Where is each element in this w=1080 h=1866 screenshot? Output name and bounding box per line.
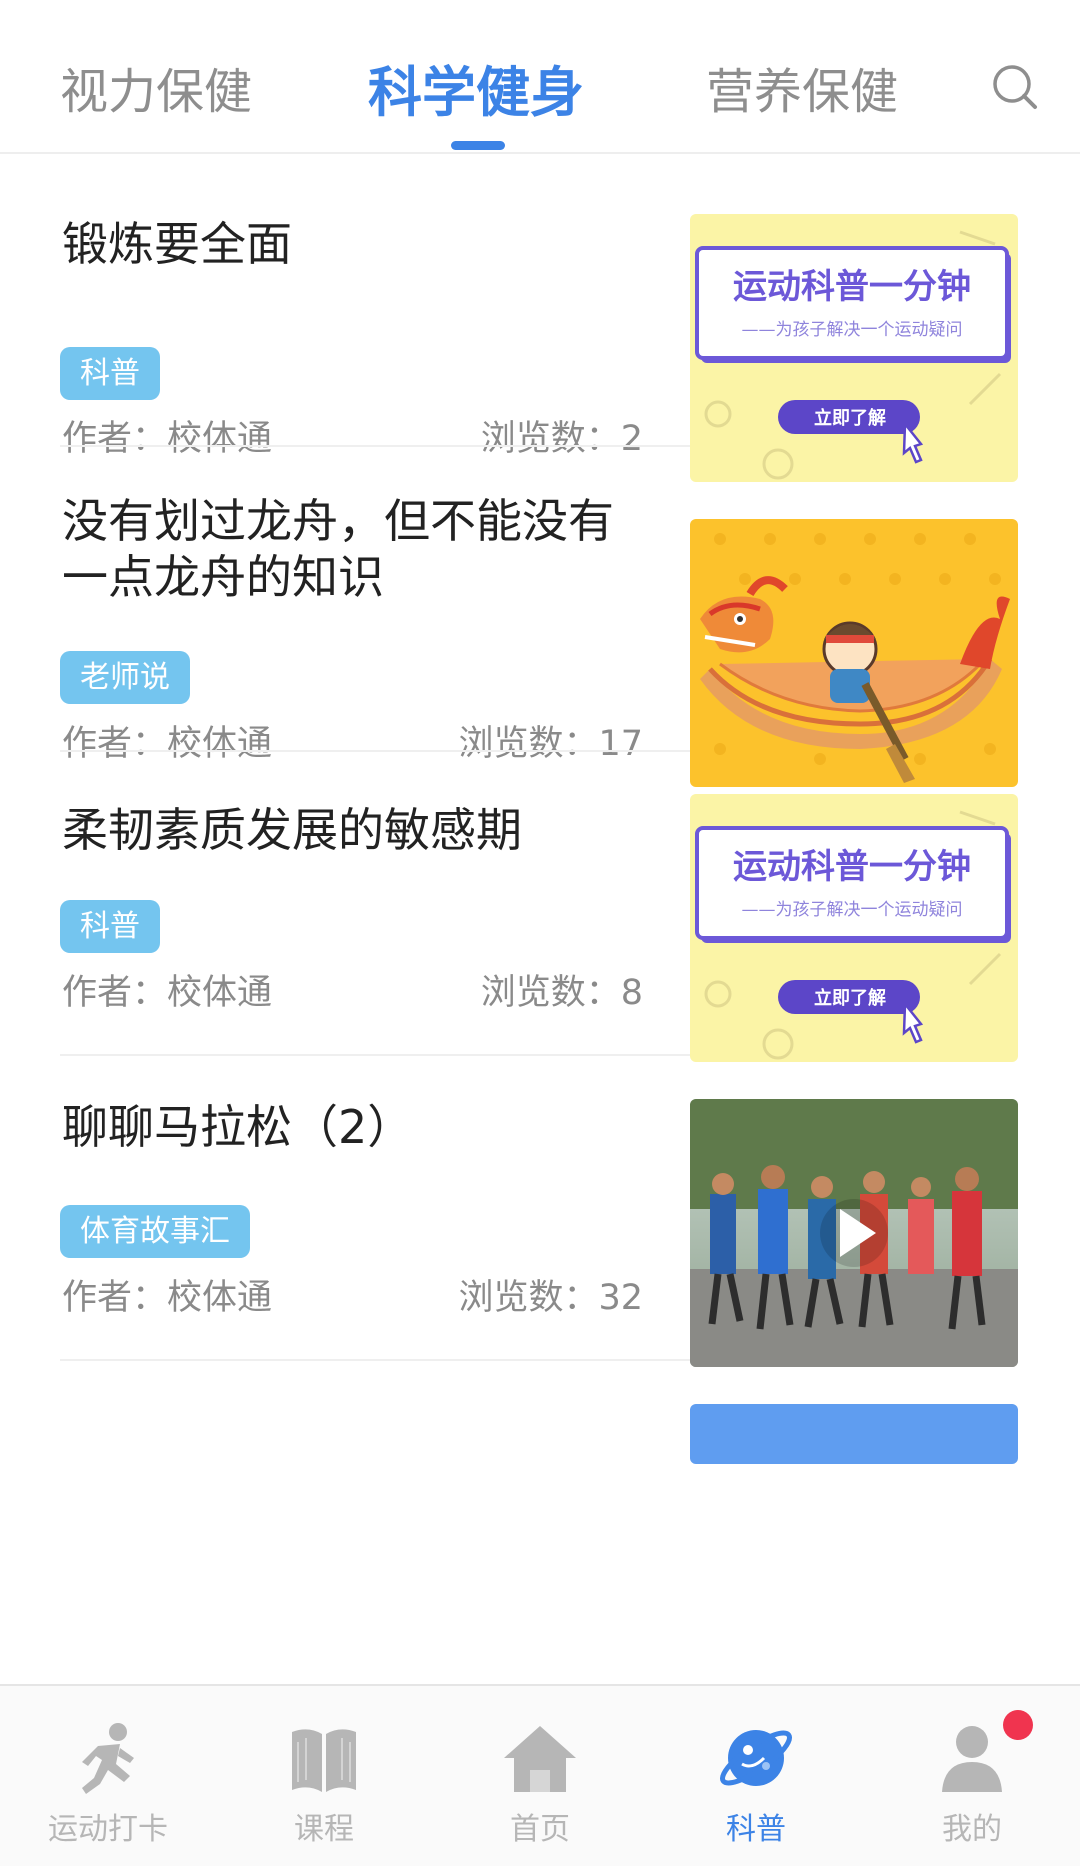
- marathon-photo: [690, 1099, 1018, 1367]
- nav-item-profile[interactable]: 我的: [864, 1686, 1080, 1866]
- article-tag: 科普: [60, 900, 160, 953]
- article-title: 柔韧素质发展的敏感期: [62, 803, 522, 857]
- nav-item-home[interactable]: 首页: [432, 1686, 648, 1866]
- nav-label: 课程: [294, 1812, 354, 1847]
- list-divider: [60, 1054, 690, 1056]
- thumb-subline: ——为孩子解决一个运动疑问: [742, 320, 963, 340]
- article-list[interactable]: 锻炼要全面 科普 作者：校体通 浏览数：2 运动科普一分钟 ——为孩子解决一个运…: [0, 154, 1080, 1684]
- tab-scientific-fitness[interactable]: 科学健身: [368, 48, 584, 127]
- thumb-headline: 运动科普一分钟: [733, 847, 971, 887]
- article-tag: 科普: [60, 347, 160, 400]
- book-icon: [292, 1729, 356, 1792]
- article-views: 浏览数：8: [480, 973, 643, 1013]
- nav-item-check-in[interactable]: 运动打卡: [0, 1686, 216, 1866]
- article-author: 作者：校体通: [62, 973, 273, 1013]
- list-divider: [60, 445, 690, 447]
- home-icon: [504, 1726, 576, 1792]
- nav-label: 我的: [942, 1812, 1002, 1847]
- article-tag: 老师说: [60, 651, 190, 704]
- list-divider: [60, 750, 690, 752]
- article-views: 浏览数：2: [480, 419, 643, 459]
- nav-item-science[interactable]: 科普: [648, 1686, 864, 1866]
- article-thumbnail: 运动科普一分钟 ——为孩子解决一个运动疑问 立即了解: [690, 794, 1018, 1062]
- thumb-button-label: 立即了解: [814, 407, 886, 429]
- thumb-subline: ——为孩子解决一个运动疑问: [742, 900, 963, 920]
- dragon-boat-illustration: [690, 519, 1018, 787]
- article-views: 浏览数：32: [458, 1278, 643, 1318]
- tab-vision-care[interactable]: 视力保健: [60, 52, 252, 122]
- thumb-button-label: 立即了解: [814, 987, 886, 1009]
- article-title: 没有划过龙舟，但不能没有一点龙舟的知识: [62, 494, 614, 604]
- article-thumbnail: 运动科普一分钟 ——为孩子解决一个运动疑问 立即了解: [690, 214, 1018, 482]
- bottom-nav: 运动打卡 课程 首页 科普 我的: [0, 1684, 1080, 1866]
- top-tab-bar: 视力保健 科学健身 营养保健: [0, 0, 1080, 154]
- article-thumbnail: [690, 1404, 1018, 1464]
- planet-icon: [720, 1730, 792, 1786]
- user-icon: [942, 1726, 1002, 1792]
- article-author: 作者：校体通: [62, 1278, 273, 1318]
- search-icon[interactable]: [990, 62, 1040, 112]
- article-thumbnail: [690, 519, 1018, 787]
- article-author: 作者：校体通: [62, 724, 273, 764]
- nav-item-courses[interactable]: 课程: [216, 1686, 432, 1866]
- nav-label: 首页: [510, 1812, 570, 1847]
- article-item[interactable]: [0, 1374, 1080, 1684]
- thumb-headline: 运动科普一分钟: [733, 267, 971, 307]
- article-tag: 体育故事汇: [60, 1205, 250, 1258]
- runner-icon: [82, 1723, 134, 1794]
- nav-label: 运动打卡: [48, 1812, 168, 1847]
- notification-badge: [1003, 1710, 1033, 1740]
- article-author: 作者：校体通: [62, 419, 273, 459]
- video-thumbnail[interactable]: [690, 1099, 1018, 1367]
- list-divider: [60, 1359, 690, 1361]
- active-tab-indicator: [451, 141, 505, 150]
- nav-label: 科普: [726, 1812, 786, 1847]
- article-views: 浏览数：17: [458, 724, 643, 764]
- article-title: 聊聊马拉松（2）: [62, 1100, 414, 1154]
- tab-nutrition-care[interactable]: 营养保健: [706, 52, 898, 122]
- article-title: 锻炼要全面: [62, 217, 292, 271]
